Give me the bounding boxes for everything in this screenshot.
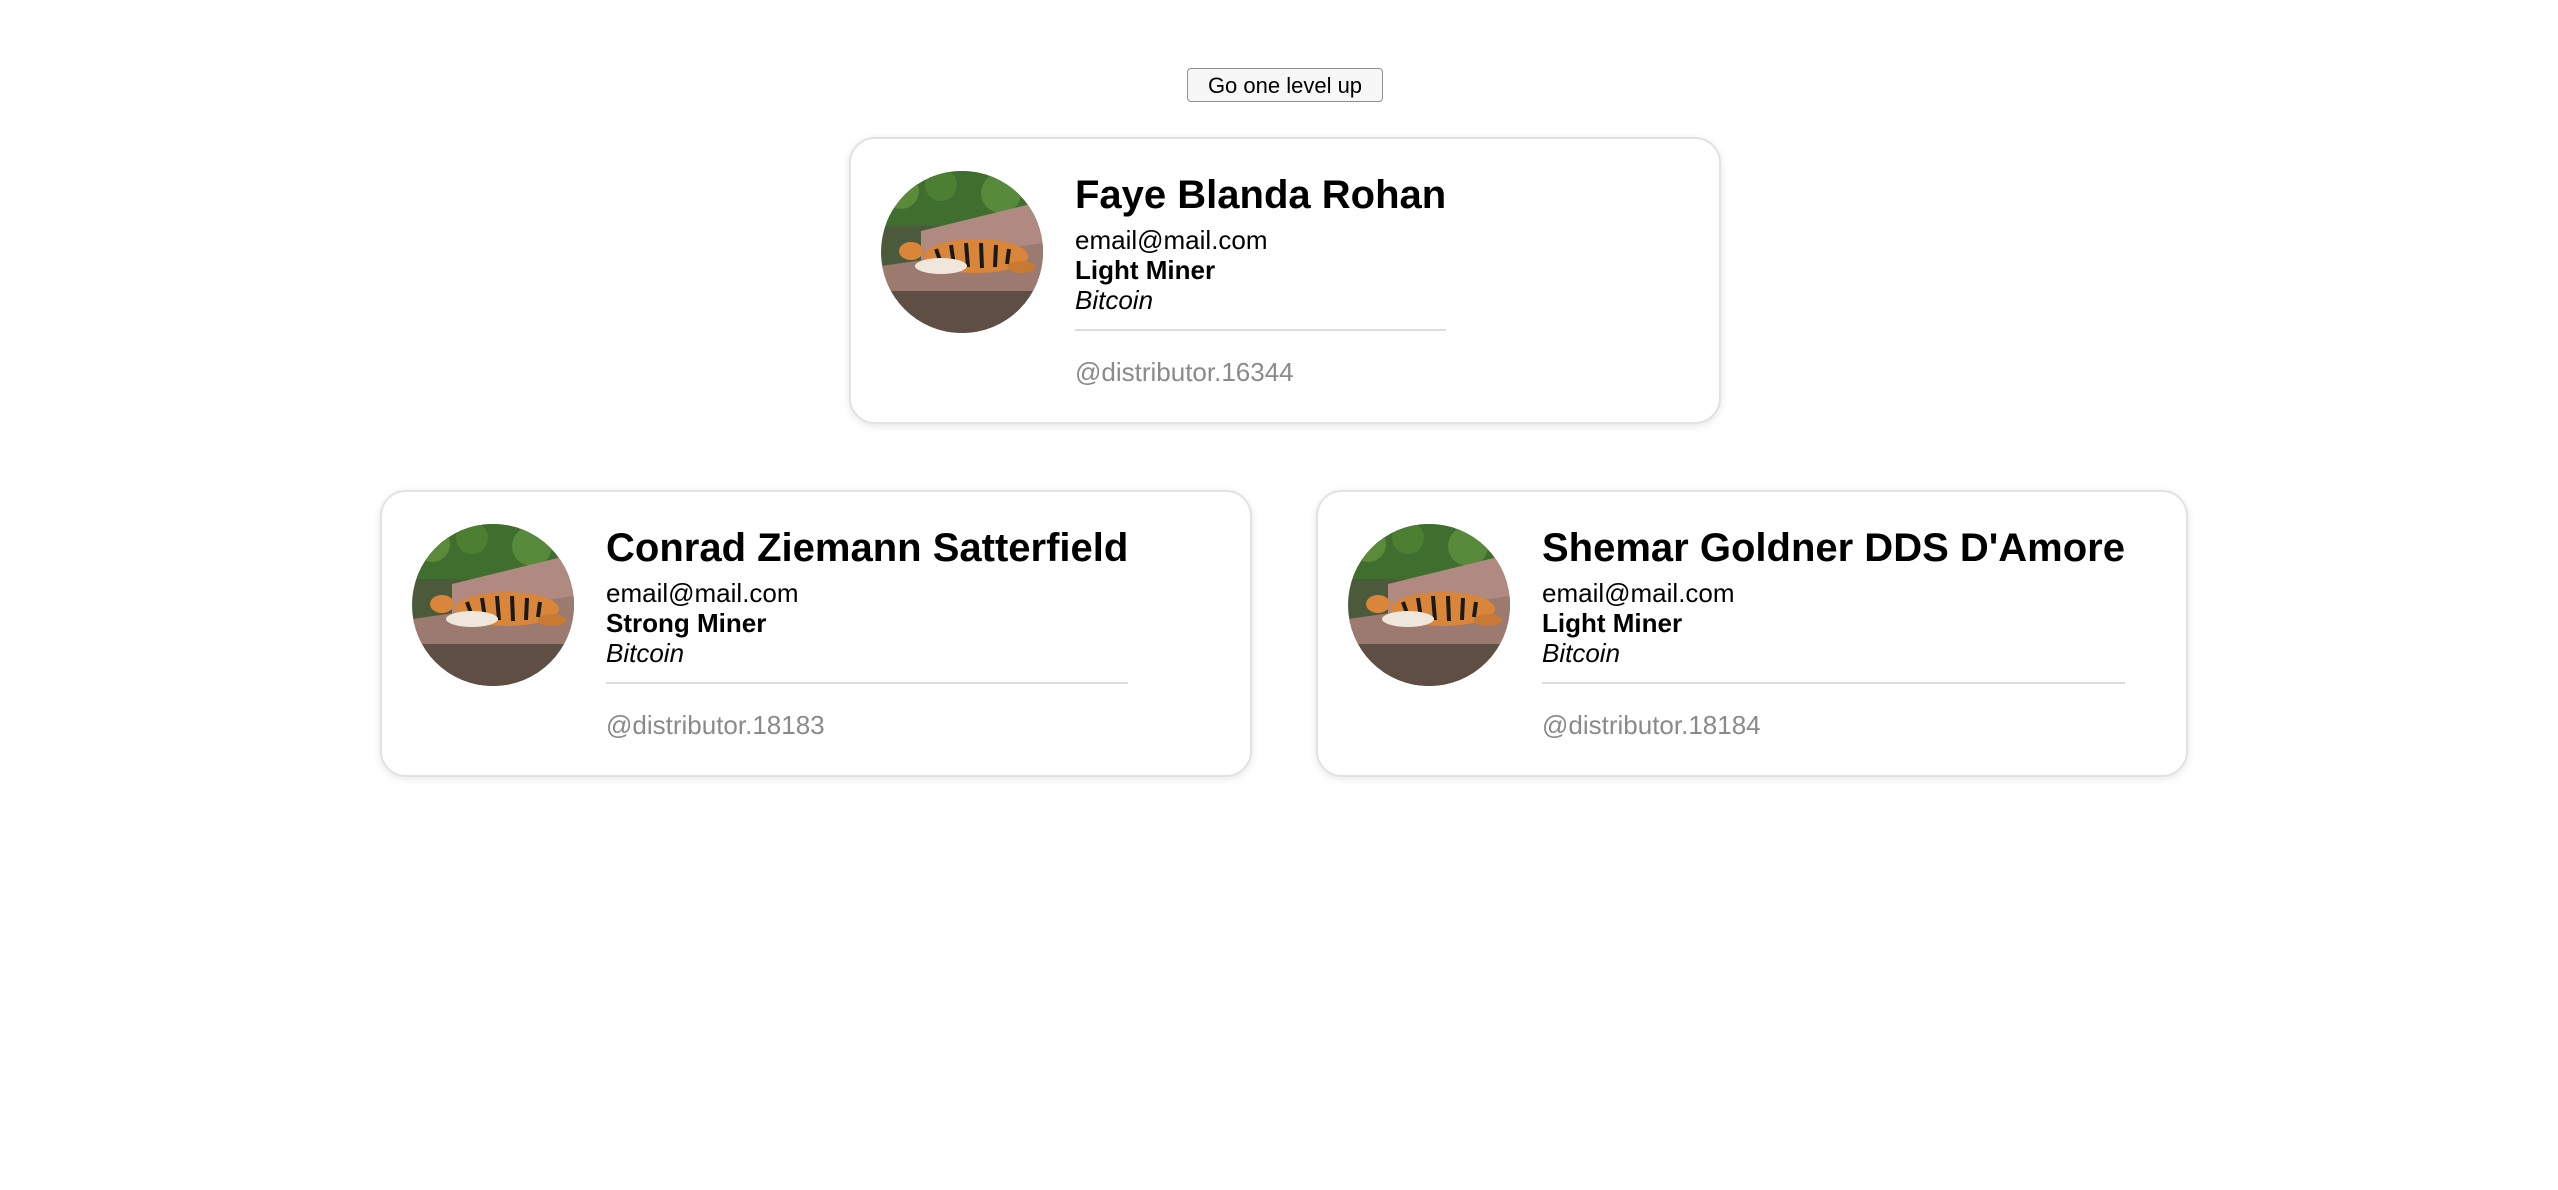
divider [1542,682,2125,684]
distributor-name: Faye Blanda Rohan [1075,173,1447,217]
distributor-email: email@mail.com [1075,225,1268,255]
distributor-coin: Bitcoin [606,638,685,668]
go-one-level-up-button[interactable]: Go one level up [1187,68,1383,102]
distributor-card[interactable]: Faye Blanda Rohan email@mail.com Light M… [849,137,1721,424]
avatar [412,524,574,686]
avatar [881,171,1043,333]
distributor-email: email@mail.com [606,578,799,608]
distributor-coin: Bitcoin [1075,285,1154,315]
distributor-card[interactable]: Shemar Goldner DDS D'Amore email@mail.co… [1316,490,2188,777]
distributor-email: email@mail.com [1542,578,1735,608]
distributor-name: Shemar Goldner DDS D'Amore [1542,526,2125,570]
distributor-handle: @distributor.18184 [1542,710,1761,740]
tiger-photo-icon [412,524,574,686]
tiger-photo-icon [1348,524,1510,686]
distributor-name: Conrad Ziemann Satterfield [606,526,1129,570]
distributor-handle: @distributor.18183 [606,710,825,740]
distributor-coin: Bitcoin [1542,638,1621,668]
avatar [1348,524,1510,686]
tiger-photo-icon [881,171,1043,333]
divider [1075,329,1447,331]
distributor-handle: @distributor.16344 [1075,357,1294,387]
distributor-role: Light Miner [1075,255,1216,285]
distributor-role: Light Miner [1542,608,1683,638]
divider [606,682,1129,684]
distributor-role: Strong Miner [606,608,767,638]
distributor-card[interactable]: Conrad Ziemann Satterfield email@mail.co… [380,490,1252,777]
